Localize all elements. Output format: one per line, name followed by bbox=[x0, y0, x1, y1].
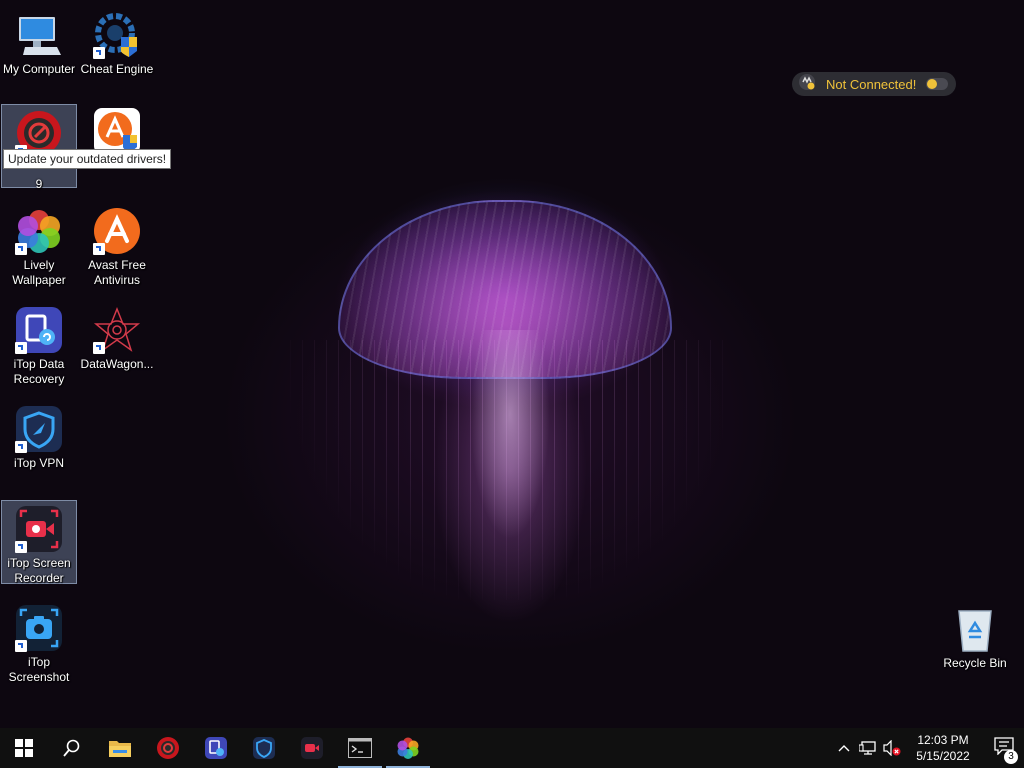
file-explorer-icon bbox=[109, 741, 131, 757]
icon-label: My Computer bbox=[2, 62, 76, 76]
vpn-status-widget[interactable]: Not Connected! bbox=[792, 72, 956, 96]
search-icon bbox=[63, 739, 80, 757]
icon-label: iTop Screenshot bbox=[8, 655, 70, 684]
driver-booster-icon bbox=[157, 737, 179, 759]
clock-time: 12:03 PM bbox=[917, 733, 969, 747]
itop-screen-recorder-icon bbox=[301, 737, 323, 759]
icon-label: DataWagon... bbox=[80, 357, 154, 371]
icon-label: iTop Screen Recorder bbox=[7, 556, 71, 585]
volume-muted-icon bbox=[883, 740, 901, 756]
driver-update-tooltip: Update your outdated drivers! bbox=[3, 149, 172, 169]
desktop-icon-cheat-engine[interactable]: Cheat Engine bbox=[79, 6, 155, 78]
itop-screenshot-icon bbox=[15, 604, 63, 652]
shortcut-arrow-icon bbox=[15, 342, 27, 354]
desktop-icon-itop-data-recovery[interactable]: iTop Data Recovery bbox=[1, 301, 77, 388]
icon-label: Avast Free Antivirus bbox=[88, 258, 146, 287]
desktop-icon-my-computer[interactable]: My Computer bbox=[1, 6, 77, 78]
notification-count-badge: 3 bbox=[1004, 749, 1018, 764]
shortcut-arrow-icon bbox=[93, 342, 105, 354]
vpn-connect-toggle[interactable] bbox=[926, 78, 948, 90]
start-button[interactable] bbox=[0, 728, 48, 768]
icon-label: iTop Data Recovery bbox=[13, 357, 65, 386]
computer-icon bbox=[15, 11, 63, 59]
itop-data-recovery-icon bbox=[205, 737, 227, 759]
taskbar-clock[interactable]: 12:03 PM 5/15/2022 bbox=[908, 732, 978, 764]
itop-data-recovery-icon bbox=[15, 306, 63, 354]
desktop-icon-itop-screenshot[interactable]: iTop Screenshot bbox=[1, 599, 77, 686]
vpn-shield-icon bbox=[798, 73, 816, 96]
shortcut-arrow-icon bbox=[15, 441, 27, 453]
taskbar-itop-data-recovery[interactable] bbox=[192, 728, 240, 768]
command-prompt-icon bbox=[348, 738, 372, 758]
taskbar-command-prompt[interactable] bbox=[336, 728, 384, 768]
windows-start-icon bbox=[15, 739, 33, 757]
desktop-icon-driver-booster[interactable]: 9 bbox=[1, 104, 77, 191]
shortcut-arrow-icon bbox=[15, 243, 27, 255]
desktop-icon-itop-vpn[interactable]: iTop VPN bbox=[1, 400, 77, 472]
taskbar-itop-screen-recorder[interactable] bbox=[288, 728, 336, 768]
itop-screen-recorder-icon bbox=[15, 505, 63, 553]
cheat-engine-icon bbox=[93, 11, 141, 59]
icon-label: 9 bbox=[35, 177, 43, 191]
shortcut-arrow-icon bbox=[93, 47, 105, 59]
search-button[interactable] bbox=[48, 728, 96, 768]
taskbar-itop-vpn[interactable] bbox=[240, 728, 288, 768]
avast-icon bbox=[93, 207, 141, 255]
clock-date: 5/15/2022 bbox=[916, 749, 970, 763]
itop-vpn-icon bbox=[15, 405, 63, 453]
system-tray: 12:03 PM 5/15/2022 3 bbox=[832, 728, 1024, 768]
shortcut-arrow-icon bbox=[15, 541, 27, 553]
taskbar-file-explorer[interactable] bbox=[96, 728, 144, 768]
jellyfish-core bbox=[470, 330, 550, 540]
desktop-icon-datawagon[interactable]: DataWagon... bbox=[79, 301, 155, 373]
icon-label: Recycle Bin bbox=[943, 656, 1007, 670]
desktop-icon-lively-wallpaper[interactable]: Lively Wallpaper bbox=[1, 202, 77, 289]
lively-wallpaper-icon bbox=[15, 207, 63, 255]
icon-label: Lively Wallpaper bbox=[12, 258, 66, 287]
lively-wallpaper-icon bbox=[397, 737, 419, 759]
taskbar-lively-wallpaper[interactable] bbox=[384, 728, 432, 768]
chevron-up-icon bbox=[838, 745, 850, 752]
avast-setup-icon bbox=[93, 107, 141, 155]
icon-label: Cheat Engine bbox=[80, 62, 154, 76]
shortcut-arrow-icon bbox=[15, 640, 27, 652]
itop-vpn-icon bbox=[253, 737, 275, 759]
recycle-bin-icon bbox=[951, 605, 999, 653]
taskbar-driver-booster[interactable] bbox=[144, 728, 192, 768]
show-hidden-icons-button[interactable] bbox=[832, 728, 856, 768]
action-center-button[interactable]: 3 bbox=[984, 728, 1024, 768]
icon-label: iTop VPN bbox=[13, 456, 65, 470]
network-icon bbox=[859, 741, 876, 755]
volume-button[interactable] bbox=[880, 728, 904, 768]
taskbar: 12:03 PM 5/15/2022 3 bbox=[0, 728, 1024, 768]
desktop-icon-avast-free-antivirus[interactable]: Avast Free Antivirus bbox=[79, 202, 155, 289]
network-button[interactable] bbox=[856, 728, 880, 768]
shortcut-arrow-icon bbox=[93, 243, 105, 255]
desktop-icon-recycle-bin[interactable]: Recycle Bin bbox=[937, 600, 1013, 672]
datawagon-icon bbox=[93, 306, 141, 354]
desktop-icon-itop-screen-recorder[interactable]: iTop Screen Recorder bbox=[1, 500, 77, 585]
vpn-status-text: Not Connected! bbox=[826, 76, 917, 92]
